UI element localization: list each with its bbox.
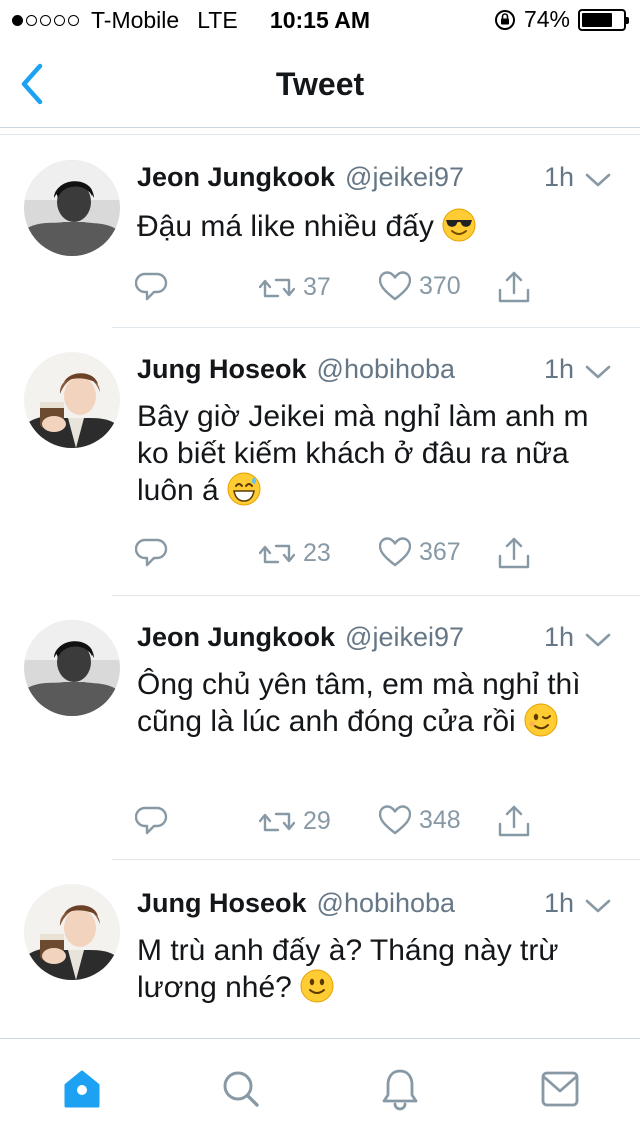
winking-face-icon — [524, 703, 559, 737]
tweet-timestamp: 1h — [543, 162, 574, 192]
tweet-timestamp: 1h — [543, 354, 574, 384]
orientation-lock-icon — [494, 9, 515, 30]
share-button[interactable] — [497, 270, 531, 304]
share-icon — [498, 271, 530, 303]
like-button[interactable]: 370 — [379, 270, 461, 302]
avatar[interactable] — [24, 620, 120, 716]
status-right: 74% — [494, 6, 629, 33]
chevron-down-icon[interactable] — [584, 170, 612, 190]
smiling-face-with-sunglasses-icon — [442, 208, 477, 242]
author-name[interactable]: Jeon Jungkook — [137, 162, 335, 193]
heart-icon — [379, 537, 411, 567]
tweet[interactable]: Jung Hoseok @hobihoba 1h M trù anh đấy à… — [0, 860, 640, 1038]
tweet-actions: 23 367 — [135, 536, 555, 572]
chevron-down-icon[interactable] — [584, 630, 612, 650]
tweet-timestamp: 1h — [543, 888, 574, 918]
heart-icon — [379, 271, 411, 301]
tweet-body: Đậu má like nhiều đấy — [137, 210, 434, 243]
retweet-button[interactable]: 37 — [259, 270, 331, 304]
tweet[interactable]: Jeon Jungkook @jeikei97 1h Ông chủ yên t… — [0, 596, 640, 860]
tab-notifications[interactable] — [380, 1067, 420, 1111]
tweet-actions: 29 348 — [135, 804, 555, 840]
share-button[interactable] — [497, 536, 531, 570]
reply-button[interactable] — [135, 804, 169, 838]
tweet-body: M trù anh đấy à? Tháng này trừ lương nhé… — [137, 934, 559, 1004]
share-button[interactable] — [497, 804, 531, 838]
slightly-smiling-face-icon — [300, 969, 335, 1003]
retweet-icon — [259, 544, 295, 564]
divider — [0, 134, 640, 135]
retweet-button[interactable]: 29 — [259, 804, 331, 838]
tab-search[interactable] — [220, 1067, 260, 1111]
tweet-header: Jeon Jungkook @jeikei97 — [137, 622, 612, 653]
tab-home[interactable] — [62, 1067, 102, 1111]
retweet-count: 23 — [303, 538, 331, 567]
tweet-header: Jeon Jungkook @jeikei97 — [137, 162, 612, 193]
tweet[interactable]: Jeon Jungkook @jeikei97 1h Đậu má like n… — [0, 136, 640, 328]
retweet-count: 29 — [303, 806, 331, 835]
like-button[interactable]: 367 — [379, 536, 461, 568]
avatar[interactable] — [24, 884, 120, 980]
messages-icon — [541, 1071, 579, 1107]
share-icon — [498, 805, 530, 837]
author-handle[interactable]: @hobihoba — [317, 888, 456, 919]
battery-level — [582, 12, 612, 27]
retweet-icon — [259, 812, 295, 832]
avatar[interactable] — [24, 160, 120, 256]
retweet-icon — [259, 278, 295, 298]
author-handle[interactable]: @jeikei97 — [345, 622, 464, 653]
retweet-button[interactable]: 23 — [259, 536, 331, 570]
search-icon — [223, 1071, 259, 1107]
tweet-text: Bây giờ Jeikei mà nghỉ làm anh m ko biết… — [137, 398, 600, 509]
status-bar: T-Mobile LTE 10:15 AM 74% — [0, 0, 640, 40]
reply-button[interactable] — [135, 536, 169, 570]
tweet-body: Ông chủ yên tâm, em mà nghỉ thì cũng là … — [137, 668, 581, 738]
notifications-icon — [382, 1069, 418, 1111]
tweet-header: Jung Hoseok @hobihoba — [137, 354, 612, 385]
tab-messages[interactable] — [540, 1067, 580, 1111]
page-title: Tweet — [275, 66, 365, 102]
author-name[interactable]: Jung Hoseok — [137, 888, 307, 919]
tweet-timestamp: 1h — [543, 622, 574, 652]
grinning-face-with-sweat-icon — [227, 472, 262, 506]
heart-icon — [379, 805, 411, 835]
tweet-header: Jung Hoseok @hobihoba — [137, 888, 612, 919]
retweet-count: 37 — [303, 272, 331, 301]
battery-icon — [578, 8, 629, 31]
tweet-actions: 37 370 — [135, 270, 555, 306]
tweet[interactable]: Jung Hoseok @hobihoba 1h Bây giờ Jeikei … — [0, 328, 640, 596]
like-count: 370 — [419, 271, 461, 300]
tweet-text: Ông chủ yên tâm, em mà nghỉ thì cũng là … — [137, 666, 600, 740]
reply-button[interactable] — [135, 270, 169, 304]
avatar[interactable] — [24, 352, 120, 448]
navigation-bar: Tweet — [0, 40, 640, 128]
battery-percent: 74% — [523, 6, 570, 32]
reply-icon — [135, 272, 168, 301]
like-button[interactable]: 348 — [379, 804, 461, 836]
chevron-down-icon[interactable] — [584, 896, 612, 916]
chevron-down-icon[interactable] — [584, 362, 612, 382]
share-icon — [498, 537, 530, 569]
author-handle[interactable]: @hobihoba — [317, 354, 456, 385]
tweet-text: Đậu má like nhiều đấy — [137, 208, 600, 245]
like-count: 348 — [419, 805, 461, 834]
like-count: 367 — [419, 537, 461, 566]
author-handle[interactable]: @jeikei97 — [345, 162, 464, 193]
reply-icon — [135, 538, 168, 567]
reply-icon — [135, 806, 168, 835]
home-icon — [64, 1070, 100, 1108]
tab-bar — [0, 1038, 640, 1136]
author-name[interactable]: Jung Hoseok — [137, 354, 307, 385]
tweet-body: Bây giờ Jeikei mà nghỉ làm anh m ko biết… — [137, 400, 589, 507]
author-name[interactable]: Jeon Jungkook — [137, 622, 335, 653]
tweet-text: M trù anh đấy à? Tháng này trừ lương nhé… — [137, 932, 600, 1006]
